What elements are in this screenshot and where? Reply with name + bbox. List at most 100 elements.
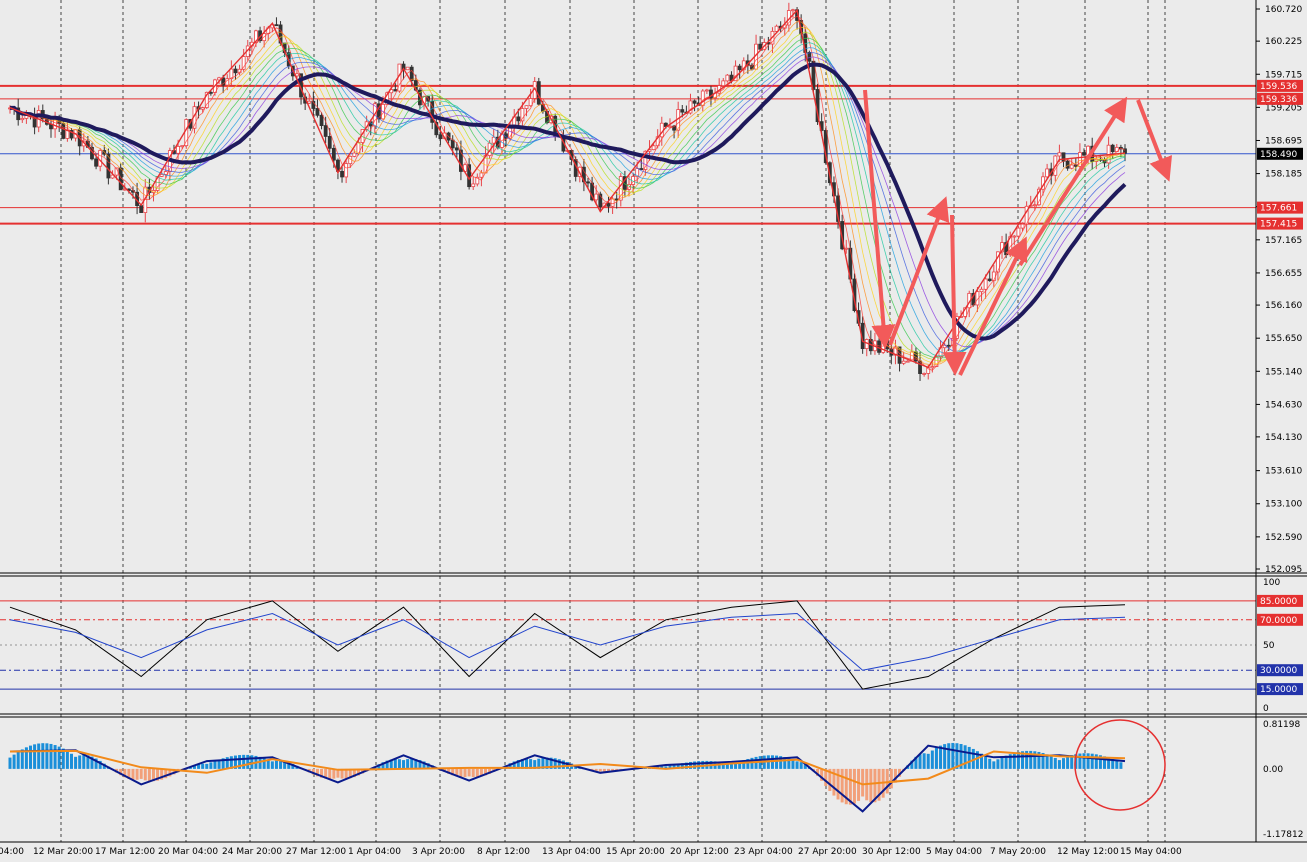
price-tick-label: 158.185 <box>1265 170 1302 180</box>
candle-body <box>721 80 726 87</box>
time-axis-label: 20 Mar 04:00 <box>158 847 218 857</box>
candle-body <box>438 134 443 140</box>
macd-histogram-bar <box>926 753 930 769</box>
candle-body <box>139 205 144 213</box>
macd-histogram-bar <box>598 768 602 772</box>
rsi-tag-label: 70.0000 <box>1260 616 1297 626</box>
macd-histogram-bar <box>775 755 779 769</box>
candle-body <box>233 68 238 74</box>
time-axis-label: 30 Apr 12:00 <box>862 847 921 857</box>
macd-histogram-bar <box>41 743 45 769</box>
price-tick-label: 152.590 <box>1265 533 1302 543</box>
time-axis-label: 15 May 04:00 <box>1120 847 1182 857</box>
candle-body <box>930 366 935 369</box>
candle-body <box>344 163 349 178</box>
time-axis-label: 17 Mar 12:00 <box>95 847 155 857</box>
candle-body <box>94 158 98 167</box>
chart-window[interactable]: 04:00 12 Mar 20:00 17 Mar 12:00 20 Mar 04:0… <box>0 0 1307 858</box>
time-axis-label: 24 Mar 20:00 <box>222 847 282 857</box>
macd-histogram-bar <box>250 755 254 769</box>
macd-histogram-bar <box>45 743 49 769</box>
rsi-tick-label: 100 <box>1263 578 1280 588</box>
macd-histogram-bar <box>1000 757 1004 769</box>
macd-histogram-bar <box>139 768 143 779</box>
macd-histogram-bar <box>12 754 16 769</box>
macd-histogram-bar <box>836 768 840 800</box>
price-tick-label: 154.130 <box>1265 433 1302 443</box>
rsi-tick-label: 50 <box>1263 641 1275 651</box>
time-axis-label: 12 May 12:00 <box>1057 847 1119 857</box>
price-tag-label: 158.490 <box>1260 150 1297 160</box>
chart-svg[interactable]: 04:00 12 Mar 20:00 17 Mar 12:00 20 Mar 04:0… <box>0 0 1307 858</box>
macd-histogram-bar <box>1016 751 1020 769</box>
time-axis-label: 7 May 20:00 <box>990 847 1046 857</box>
candle-body <box>20 117 25 121</box>
candle-body <box>340 170 344 178</box>
candle-body <box>65 130 70 139</box>
macd-histogram-bar <box>795 761 799 769</box>
candle-body <box>905 360 910 363</box>
macd-histogram-bar <box>246 754 250 769</box>
macd-histogram-bar <box>939 745 943 769</box>
candle-body <box>479 172 484 178</box>
macd-histogram-bar <box>861 768 865 797</box>
macd-histogram-bar <box>410 758 414 769</box>
price-tick-label: 155.650 <box>1265 334 1302 344</box>
macd-histogram-bar <box>1012 752 1016 769</box>
candle-body <box>352 152 357 157</box>
macd-histogram-bar <box>889 768 893 789</box>
candle-body <box>323 125 328 137</box>
candle-body <box>1057 152 1062 157</box>
macd-histogram-bar <box>16 751 20 769</box>
macd-histogram-bar <box>922 753 926 769</box>
rsi-tag-label: 85.0000 <box>1260 597 1297 607</box>
macd-histogram-bar <box>930 750 934 769</box>
macd-histogram-bar <box>28 745 32 769</box>
candle-body <box>844 247 849 250</box>
candle-body <box>1016 227 1021 237</box>
candle-body <box>1065 160 1070 169</box>
candle-body <box>606 202 611 207</box>
candle-body <box>610 198 615 207</box>
candle-body <box>327 136 332 149</box>
candle-body <box>524 105 529 109</box>
macd-histogram-bar <box>69 753 73 769</box>
macd-histogram-bar <box>1057 760 1061 769</box>
candle-body <box>979 288 984 293</box>
candle-body <box>586 181 590 184</box>
macd-histogram-bar <box>471 768 475 778</box>
macd-histogram-bar <box>147 768 151 782</box>
candle-body <box>668 125 672 128</box>
macd-histogram-bar <box>996 759 1000 769</box>
macd-histogram-bar <box>463 768 467 778</box>
candle-body <box>454 147 459 151</box>
candle-body <box>737 65 742 71</box>
time-axis-label: 04:00 <box>0 847 24 857</box>
macd-tick-label: 0.00 <box>1263 765 1283 775</box>
macd-histogram-bar <box>963 745 967 769</box>
macd-histogram-bar <box>1119 762 1123 769</box>
time-axis-label: 5 May 04:00 <box>926 847 982 857</box>
candle-body <box>987 278 992 282</box>
candle-body <box>315 108 320 116</box>
price-tag-label: 159.336 <box>1260 95 1297 105</box>
candle-body <box>651 145 656 151</box>
price-tick-label: 155.140 <box>1265 367 1302 377</box>
price-tick-label: 153.610 <box>1265 467 1302 477</box>
time-axis-label: 23 Apr 04:00 <box>734 847 793 857</box>
price-tick-label: 152.095 <box>1265 565 1302 575</box>
macd-histogram-bar <box>332 768 336 779</box>
macd-histogram-bar <box>143 768 147 781</box>
candle-body <box>61 123 66 139</box>
candle-body <box>1032 204 1037 207</box>
candle-body <box>700 90 705 106</box>
macd-histogram-bar <box>951 742 955 769</box>
chart-background <box>0 0 1307 858</box>
macd-histogram-bar <box>1049 755 1053 769</box>
macd-histogram-bar <box>74 756 78 769</box>
price-tick-label: 160.720 <box>1265 5 1302 15</box>
macd-histogram-bar <box>397 759 401 769</box>
candle-body <box>1110 144 1115 153</box>
candle-body <box>307 100 312 104</box>
macd-histogram-bar <box>406 759 410 769</box>
